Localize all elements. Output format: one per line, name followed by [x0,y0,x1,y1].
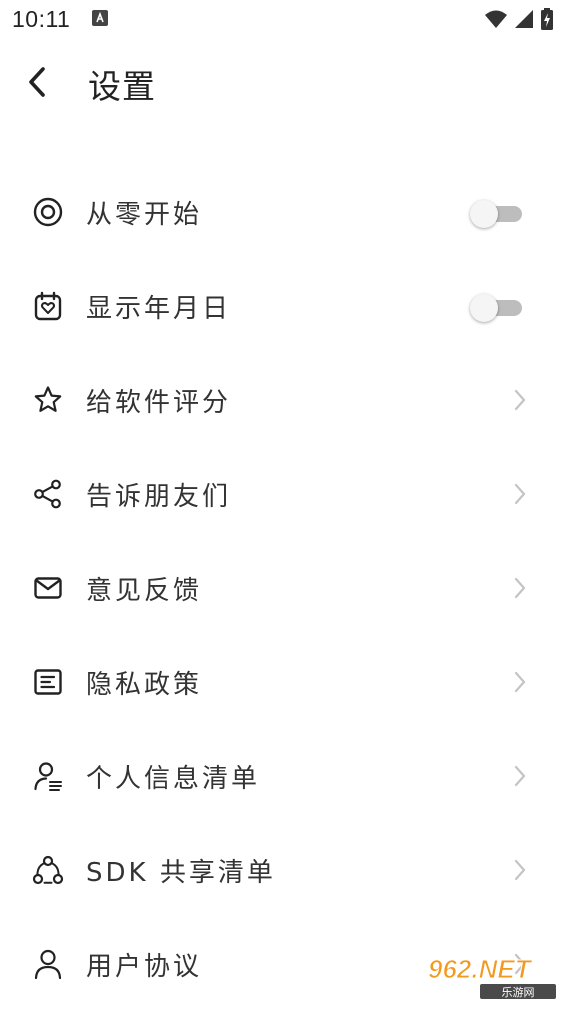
chevron-right-icon [514,671,526,693]
document-icon [34,669,62,695]
chevron-right-icon [514,483,526,505]
calendar-heart-icon [34,291,62,321]
setting-label: 隐私政策 [86,670,203,700]
setting-show-date[interactable]: 显示年月日 [0,259,564,353]
setting-label: 给软件评分 [86,388,232,418]
start-from-zero-toggle[interactable] [470,200,524,228]
show-date-toggle[interactable] [470,294,524,322]
status-icons [484,8,554,30]
user-list-icon [34,762,62,791]
page-title: 设置 [88,67,156,106]
chevron-right-icon [514,577,526,599]
chevron-right-icon [514,389,526,411]
setting-label: 意见反馈 [86,576,203,606]
setting-label: 告诉朋友们 [86,482,232,512]
setting-label: SDK 共享清单 [86,858,276,888]
settings-list: 从零开始 显示年月日 给软件评分 告诉朋友们 意见反馈 隐私政策 个人信息清单 … [0,165,564,1011]
target-icon [33,197,63,227]
setting-label: 用户协议 [86,952,203,982]
setting-rate-app[interactable]: 给软件评分 [0,353,564,447]
setting-personal-info-list[interactable]: 个人信息清单 [0,729,564,823]
status-bar: 10:11 [0,0,564,40]
signal-icon [515,10,533,28]
chevron-right-icon [514,859,526,881]
user-icon [34,949,62,980]
site-watermark-logo: 962.NET 乐游网 [428,954,556,999]
setting-feedback[interactable]: 意见反馈 [0,541,564,635]
network-icon [32,855,64,885]
setting-label: 显示年月日 [86,294,232,324]
chevron-right-icon [514,765,526,787]
status-time: 10:11 [12,6,71,32]
setting-sdk-sharing-list[interactable]: SDK 共享清单 [0,823,564,917]
watermark-top-text: 962.NET [428,954,533,984]
notification-app-icon [92,10,108,26]
chevron-left-icon [29,67,45,97]
setting-start-from-zero[interactable]: 从零开始 [0,165,564,259]
star-icon [34,386,62,412]
setting-tell-friends[interactable]: 告诉朋友们 [0,447,564,541]
wifi-icon [485,10,507,28]
battery-icon [541,8,553,30]
setting-label: 从零开始 [86,200,203,230]
back-button[interactable] [18,62,58,102]
setting-label: 个人信息清单 [86,764,261,794]
app-bar: 设置 [0,48,564,118]
share-icon [34,479,61,509]
setting-privacy-policy[interactable]: 隐私政策 [0,635,564,729]
watermark-bottom-text: 乐游网 [502,986,535,999]
mail-icon [34,577,62,599]
